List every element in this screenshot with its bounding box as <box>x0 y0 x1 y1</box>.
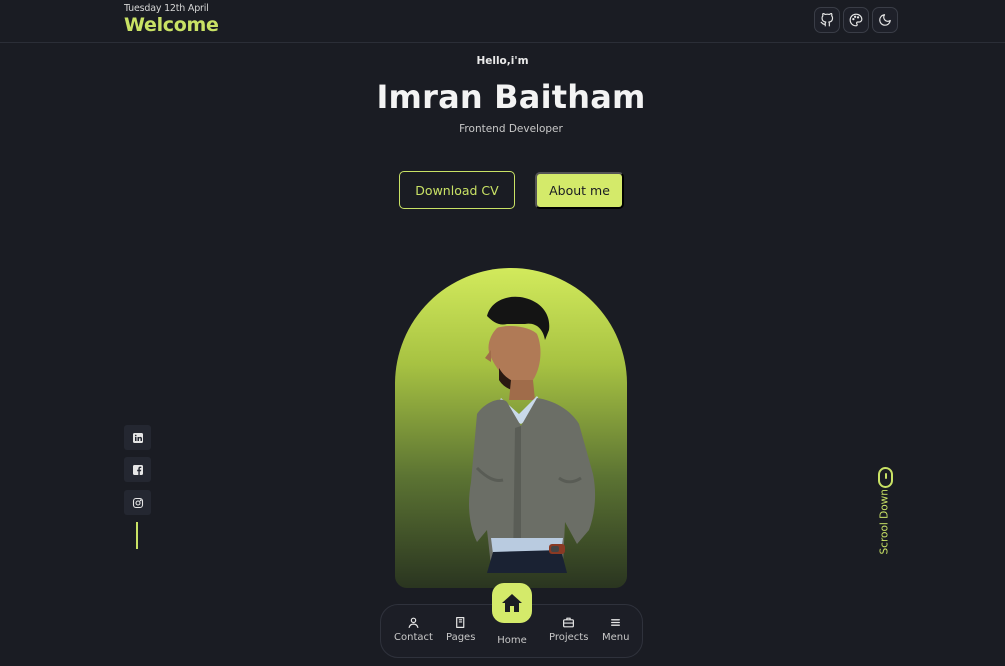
menu-icon <box>611 619 621 626</box>
theme-color-button[interactable] <box>843 7 869 33</box>
nav-item-contact[interactable]: Contact <box>394 616 433 643</box>
nav-label-menu: Menu <box>602 632 630 643</box>
hero-role: Frontend Developer <box>459 123 563 135</box>
github-icon <box>820 13 834 27</box>
instagram-link[interactable] <box>124 490 151 515</box>
home-icon <box>502 594 522 612</box>
dark-mode-button[interactable] <box>872 7 898 33</box>
download-cv-button[interactable]: Download CV <box>399 171 515 209</box>
facebook-link[interactable] <box>124 457 151 482</box>
nav-item-projects[interactable]: Projects <box>549 616 588 643</box>
profile-portrait <box>395 268 627 588</box>
nav-label-projects: Projects <box>549 632 589 643</box>
nav-item-home[interactable] <box>492 583 532 623</box>
scroll-down-label[interactable]: Scrool Down <box>879 489 893 554</box>
top-header: Tuesday 12th April Welcome <box>0 0 1005 43</box>
moon-icon <box>879 14 891 26</box>
linkedin-icon <box>132 432 143 443</box>
facebook-icon <box>132 464 143 475</box>
greeting-text: Hello,i'm <box>476 55 529 67</box>
user-icon <box>408 617 419 628</box>
hero-name: Imran Baitham <box>376 78 646 116</box>
person-illustration <box>469 296 596 573</box>
nav-label-home: Home <box>497 635 527 646</box>
briefcase-icon <box>563 617 575 628</box>
nav-item-pages[interactable]: Pages <box>446 616 475 643</box>
nav-label-contact: Contact <box>394 632 433 643</box>
nav-item-menu[interactable]: Menu <box>602 616 629 643</box>
social-divider-line <box>136 522 138 549</box>
palette-icon <box>849 13 863 27</box>
book-icon <box>456 617 465 628</box>
date-text: Tuesday 12th April <box>124 3 209 14</box>
page-title: Welcome <box>124 14 219 36</box>
mouse-icon[interactable] <box>878 467 893 488</box>
nav-label-pages: Pages <box>446 632 476 643</box>
linkedin-link[interactable] <box>124 425 151 450</box>
about-me-button[interactable]: About me <box>535 172 624 209</box>
instagram-icon <box>132 497 143 508</box>
github-button[interactable] <box>814 7 840 33</box>
